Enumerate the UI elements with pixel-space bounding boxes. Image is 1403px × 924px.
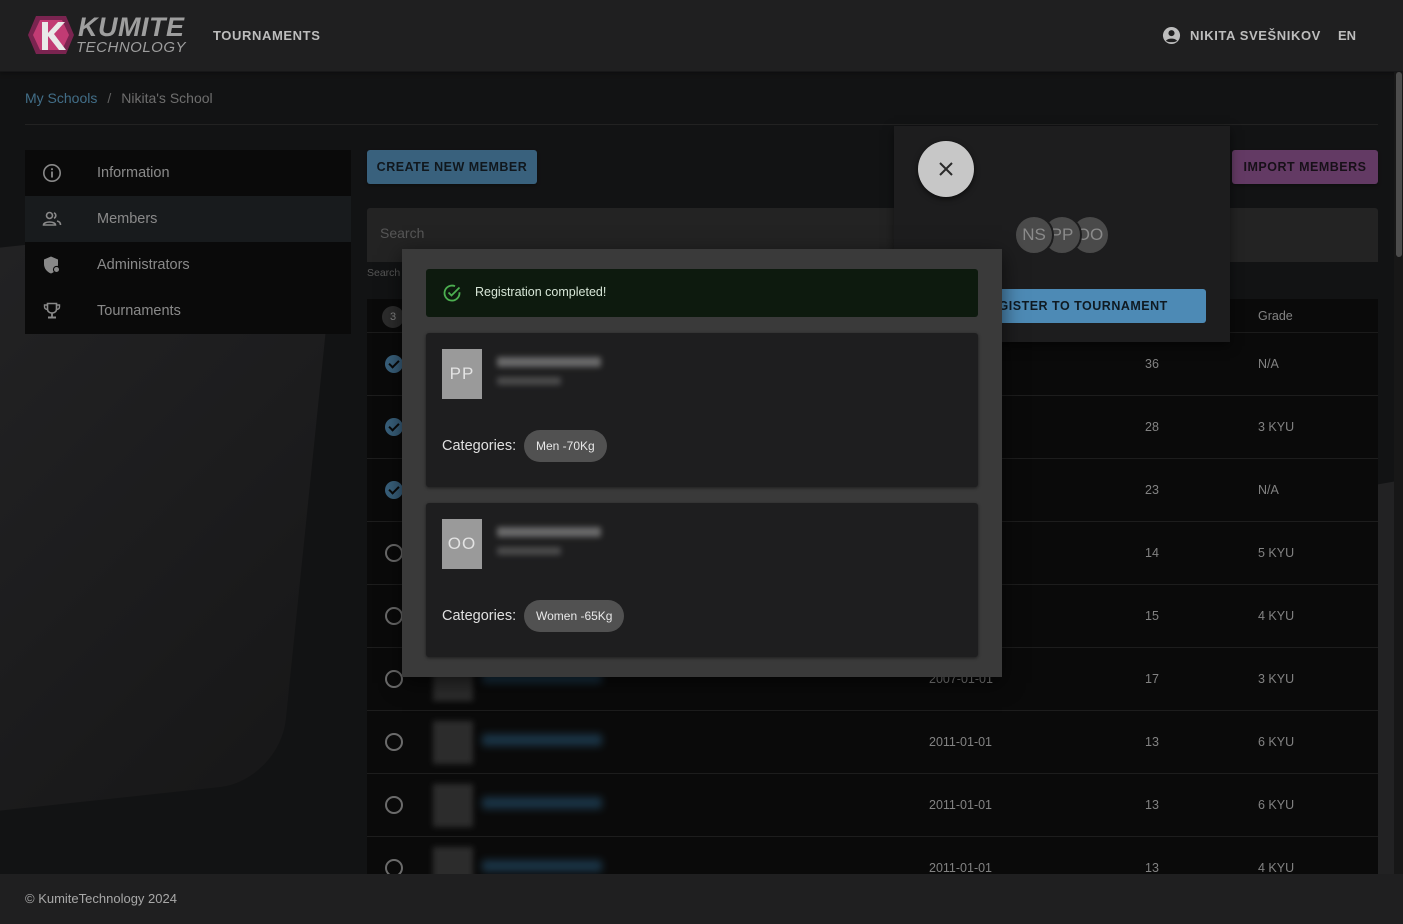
category-chip[interactable]: Women -65Kg [524, 600, 625, 632]
close-button[interactable] [918, 141, 974, 197]
logo-text-secondary: TECHNOLOGY [76, 39, 187, 56]
registered-member-card: PP Categories: Men -70Kg [426, 333, 978, 487]
close-icon [939, 162, 953, 176]
nav-tournaments[interactable]: TOURNAMENTS [213, 28, 320, 43]
account-circle-icon [1162, 26, 1181, 45]
member-avatar: OO [442, 519, 482, 569]
logo[interactable]: KUMITE TECHNOLOGY [28, 12, 186, 58]
member-avatar: PP [442, 349, 482, 399]
check-circle-icon [443, 284, 461, 302]
logo-mark-icon [28, 16, 74, 54]
footer: © KumiteTechnology 2024 [0, 874, 1403, 924]
avatar: NS [1014, 215, 1054, 255]
categories-label: Categories: [442, 438, 517, 454]
member-dob-blurred [497, 547, 561, 555]
footer-copyright: © KumiteTechnology 2024 [25, 891, 177, 906]
user-name: NIKITA SVEŠNIKOV [1190, 28, 1321, 43]
member-dob-blurred [497, 377, 561, 385]
alert-message: Registration completed! [475, 285, 607, 299]
member-name-blurred [497, 357, 601, 367]
user-menu[interactable]: NIKITA SVEŠNIKOV [1162, 26, 1321, 45]
selected-members-avatars: NS PP OO [1014, 215, 1124, 255]
app-header: KUMITE TECHNOLOGY TOURNAMENTS NIKITA SVE… [0, 0, 1403, 72]
category-chip[interactable]: Men -70Kg [524, 430, 607, 462]
registration-dialog: Registration completed! PP Categories: M… [402, 249, 1002, 677]
categories-label: Categories: [442, 608, 517, 624]
member-name-blurred [497, 527, 601, 537]
success-alert: Registration completed! [426, 269, 978, 317]
language-selector[interactable]: EN [1338, 28, 1356, 43]
registered-member-card: OO Categories: Women -65Kg [426, 503, 978, 657]
